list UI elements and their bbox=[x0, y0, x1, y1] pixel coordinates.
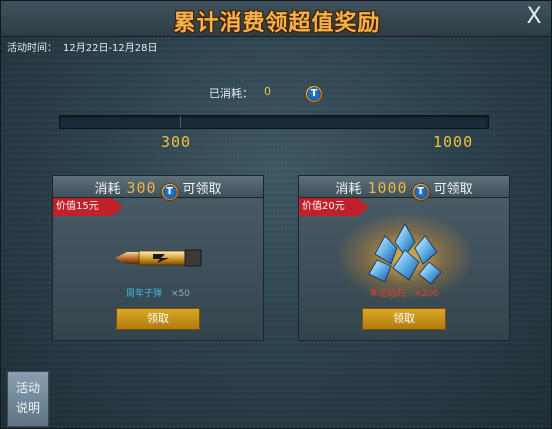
window-title: 累计消费领超值奖励 bbox=[173, 11, 381, 36]
item-name: 幸运钻石 bbox=[369, 289, 406, 299]
item-quantity: ×200 bbox=[414, 289, 439, 299]
cost-suffix: 可领取 bbox=[182, 182, 222, 197]
window-header: 累计消费领超值奖励 X bbox=[1, 1, 551, 37]
close-button[interactable]: X bbox=[523, 5, 545, 29]
reward-window: 累计消费领超值奖励 X 活动时间： 12月22日-12月28日 已消耗： 0 30… bbox=[0, 0, 552, 429]
reward-card-300: 消耗300可领取 价值15元 周年 bbox=[52, 175, 264, 341]
progress-bar bbox=[59, 115, 489, 129]
progress-divider bbox=[180, 116, 181, 128]
item-quantity: ×50 bbox=[170, 289, 190, 299]
coin-icon bbox=[305, 85, 323, 103]
cost-value: 1000 bbox=[367, 179, 408, 197]
help-line-1: 活动 bbox=[15, 381, 40, 395]
consumed-value: 0 bbox=[264, 85, 271, 98]
event-time-label: 活动时间： bbox=[7, 43, 57, 54]
cost-suffix: 可领取 bbox=[433, 182, 473, 197]
claim-button[interactable]: 领取 bbox=[116, 308, 200, 330]
reward-card-1000: 消耗1000可领取 价值20元 幸运钻石 ×200 领取 bbox=[298, 175, 510, 341]
milestone-1000: 1000 bbox=[433, 133, 474, 151]
consumed-row: 已消耗： 0 bbox=[1, 85, 551, 103]
event-time: 活动时间： 12月22日-12月28日 bbox=[7, 39, 164, 54]
coin-icon bbox=[411, 182, 430, 201]
crystal-cluster-icon bbox=[368, 223, 442, 285]
cost-prefix: 消耗 bbox=[94, 182, 121, 197]
value-tag: 价值15元 bbox=[53, 198, 123, 216]
reward-item-label: 周年子弹 ×50 bbox=[53, 286, 263, 299]
cost-prefix: 消耗 bbox=[335, 182, 362, 197]
item-name: 周年子弹 bbox=[126, 289, 163, 299]
help-line-2: 说明 bbox=[15, 401, 40, 415]
bullet-icon bbox=[115, 249, 202, 267]
milestone-300: 300 bbox=[161, 133, 192, 151]
reward-item-label: 幸运钻石 ×200 bbox=[299, 286, 509, 299]
event-time-range: 12月22日-12月28日 bbox=[63, 43, 158, 54]
event-help-button[interactable]: 活动 说明 bbox=[7, 371, 49, 427]
cost-value: 300 bbox=[126, 179, 157, 197]
coin-icon bbox=[160, 182, 179, 201]
claim-button[interactable]: 领取 bbox=[362, 308, 446, 330]
reward-card-header: 消耗 1000 可领取 bbox=[299, 176, 509, 201]
reward-card-header: 消耗 300 可领取 bbox=[53, 176, 263, 201]
consumed-label: 已消耗： bbox=[209, 87, 253, 100]
